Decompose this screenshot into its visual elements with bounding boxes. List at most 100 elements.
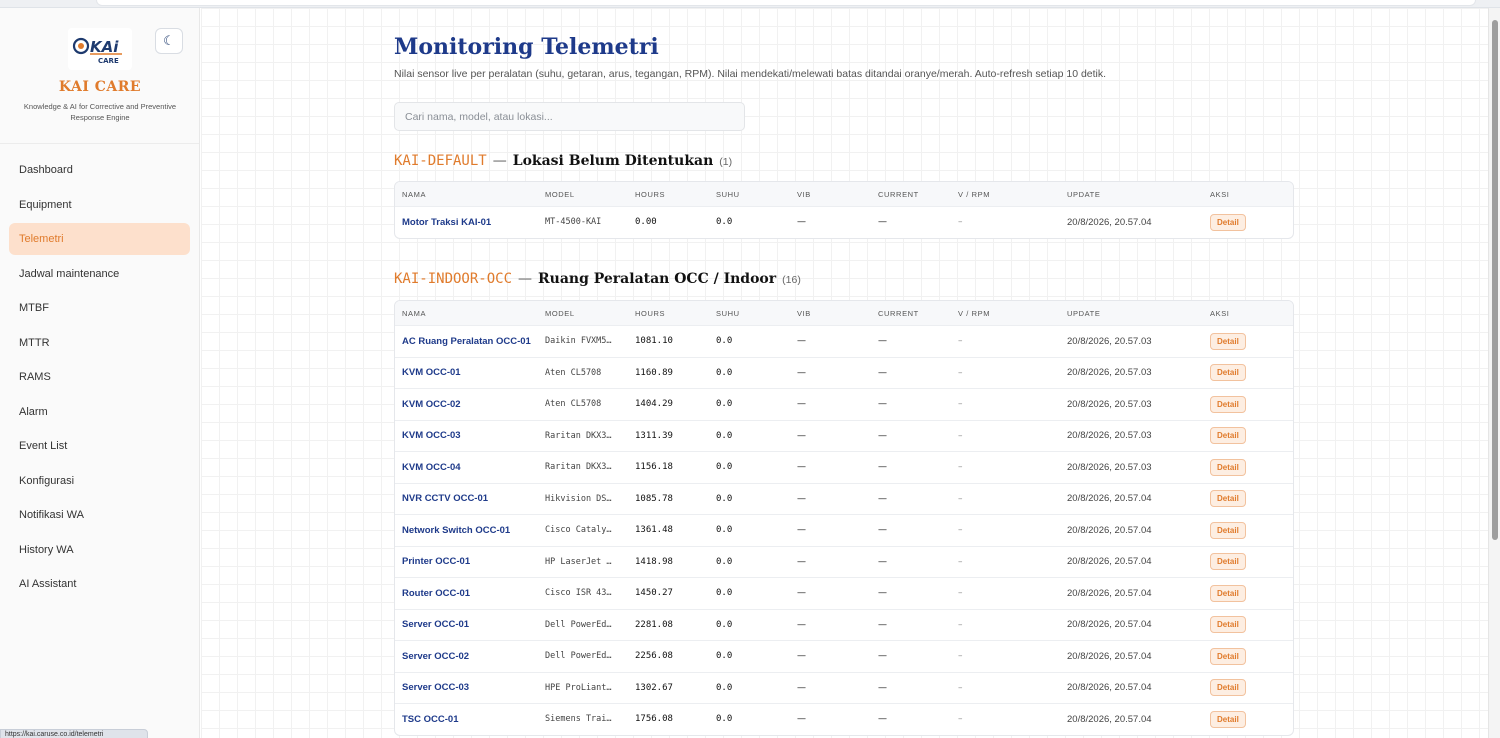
table-row: Router OCC-01 Cisco ISR 43… 1450.27 0.0 — — – 2… [395,577,1293,609]
group-count: (1) [719,156,733,168]
cell-update: 20/8/2026, 20.57.04 [1067,493,1152,505]
cell-action: Detail [1210,326,1270,357]
equipment-name-link[interactable]: Server OCC-03 [402,673,542,704]
sidebar-nav: Dashboard Equipment Telemetri Jadwal mainte… [0,154,200,603]
column-header-current: CURRENT [878,189,919,199]
table-row: Server OCC-03 HPE ProLiant… 1302.67 0.0 — — – 2… [395,671,1293,704]
cell-current: — [878,336,887,347]
table-row: KVM OCC-04 Raritan DKX3… 1156.18 0.0 — — – 20/8… [395,451,1293,483]
cell-current: — [878,556,887,567]
equipment-name-link[interactable]: Server OCC-02 [402,641,542,672]
detail-button[interactable]: Detail [1210,213,1246,231]
detail-button[interactable]: Detail [1210,458,1246,476]
column-header-hours: HOURS [635,308,666,318]
equipment-name-link[interactable]: KVM OCC-03 [402,421,542,452]
equipment-name-link[interactable]: Printer OCC-01 [402,547,542,578]
detail-button[interactable]: Detail [1210,332,1246,350]
column-header-suhu: SUHU [716,308,740,318]
cell-action: Detail [1210,452,1270,483]
cell-vrpm: – [958,619,963,630]
detail-button[interactable]: Detail [1210,521,1246,539]
sidebar-item-mttr[interactable]: MTTR [9,327,190,359]
detail-button[interactable]: Detail [1210,647,1246,665]
equipment-name-link[interactable]: KVM OCC-01 [402,358,542,389]
cell-action: Detail [1210,578,1270,609]
sidebar-item-equipment[interactable]: Equipment [9,189,190,221]
cell-vib: — [797,619,806,630]
group-heading: KAI-DEFAULT — Lokasi Belum Ditentukan (1) [394,153,732,169]
column-header-update: UPDATE [1067,308,1101,318]
brand-title: KAI CARE [58,79,142,95]
cell-model: Cisco ISR 43… [545,588,612,599]
sidebar-item-mtbf[interactable]: MTBF [9,292,190,324]
column-header-vrpm: V / RPM [958,308,991,318]
cell-suhu: 0.0 [716,525,733,536]
cell-suhu: 0.0 [716,588,733,599]
sidebar-item-telemetri[interactable]: Telemetri [9,223,190,255]
sidebar-item-rams[interactable]: RAMS [9,361,190,393]
table-row: AC Ruang Peralatan OCC-01 Daikin FVXM5… 10… [395,325,1293,357]
cell-update: 20/8/2026, 20.57.04 [1067,524,1152,536]
sidebar-item-alarm[interactable]: Alarm [9,396,190,428]
equipment-name-link[interactable]: Network Switch OCC-01 [402,515,542,546]
detail-button[interactable]: Detail [1210,427,1246,445]
cell-model: Hikvision DS… [545,493,612,504]
cell-vrpm: – [958,493,963,504]
detail-button[interactable]: Detail [1210,553,1246,571]
cell-vib: — [797,462,806,473]
cell-update: 20/8/2026, 20.57.04 [1067,713,1152,725]
equipment-name-link[interactable]: Server OCC-01 [402,610,542,641]
cell-update: 20/8/2026, 20.57.03 [1067,367,1152,379]
cell-current: — [878,651,887,662]
sidebar-item-ai-assistant[interactable]: AI Assistant [9,568,190,600]
theme-toggle-button[interactable]: ☾ [155,28,183,54]
detail-button[interactable]: Detail [1210,616,1246,634]
sidebar-item-notifikasi-wa[interactable]: Notifikasi WA [9,499,190,531]
cell-vib: — [797,525,806,536]
equipment-name-link[interactable]: Router OCC-01 [402,578,542,609]
cell-hours: 1302.67 [635,682,673,693]
detail-button[interactable]: Detail [1210,584,1246,602]
page-title: Monitoring Telemetri [394,34,659,60]
detail-button[interactable]: Detail [1210,364,1246,382]
sidebar-item-dashboard[interactable]: Dashboard [9,154,190,186]
equipment-name-link[interactable]: KVM OCC-02 [402,389,542,420]
cell-action: Detail [1210,207,1270,238]
detail-button[interactable]: Detail [1210,395,1246,413]
cell-hours: 1756.08 [635,714,673,725]
equipment-name-link[interactable]: AC Ruang Peralatan OCC-01 [402,326,542,357]
group-name: Lokasi Belum Ditentukan [512,153,714,169]
detail-button[interactable]: Detail [1210,710,1246,728]
telemetry-table: NAMA MODEL HOURS SUHU VIB CURRENT V / RPM UPDAT… [394,181,1294,239]
detail-button[interactable]: Detail [1210,490,1246,508]
scrollbar-thumb[interactable] [1492,20,1498,540]
group-count: (16) [782,274,801,286]
cell-model: Cisco Cataly… [545,525,612,536]
cell-vrpm: – [958,651,963,662]
cell-update: 20/8/2026, 20.57.03 [1067,398,1152,410]
group-code: KAI-INDOOR-OCC [394,271,513,287]
brand-subtitle: Knowledge & AI for Corrective and Preven… [23,102,177,122]
cell-suhu: 0.0 [716,619,733,630]
equipment-name-link[interactable]: NVR CCTV OCC-01 [402,484,542,515]
cell-suhu: 0.0 [716,462,733,473]
equipment-name-link[interactable]: TSC OCC-01 [402,704,542,735]
search-input[interactable] [394,102,745,131]
address-bar[interactable] [96,0,1476,6]
cell-vib: — [797,556,806,567]
cell-suhu: 0.0 [716,217,733,228]
cell-current: — [878,714,887,725]
equipment-name-link[interactable]: Motor Traksi KAI-01 [402,207,542,238]
table-row: Motor Traksi KAI-01 MT-4500-KAI 0.00 0.0 — — –… [395,206,1293,238]
moon-icon: ☾ [163,33,175,49]
detail-button[interactable]: Detail [1210,679,1246,697]
sidebar-item-jadwal-maintenance[interactable]: Jadwal maintenance [9,258,190,290]
sidebar-item-konfigurasi[interactable]: Konfigurasi [9,465,190,497]
table-row: KVM OCC-01 Aten CL5708 1160.89 0.0 — — – 20/8/2… [395,356,1293,389]
kai-care-logo: KAi CARE [68,28,132,70]
equipment-name-link[interactable]: KVM OCC-04 [402,452,542,483]
sidebar-item-history-wa[interactable]: History WA [9,534,190,566]
page-scrollbar[interactable] [1488,8,1500,738]
cell-vib: — [797,493,806,504]
sidebar-item-event-list[interactable]: Event List [9,430,190,462]
